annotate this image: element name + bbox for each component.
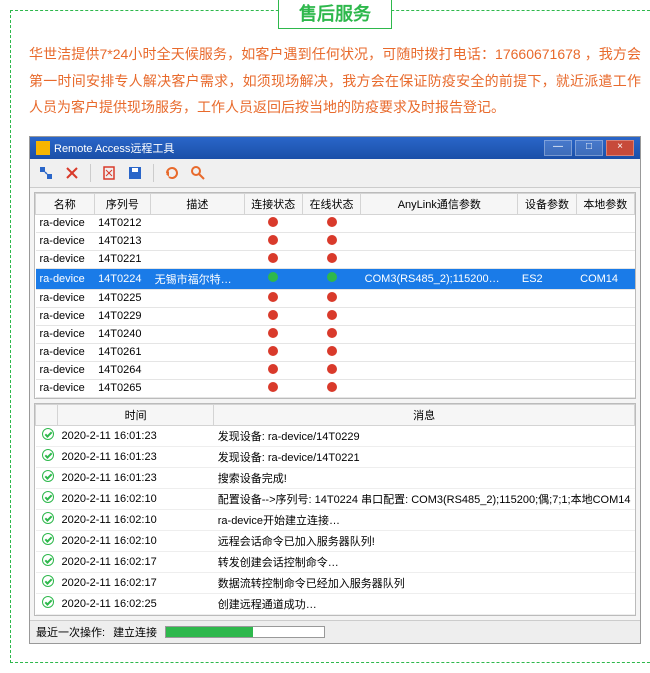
success-icon [42, 491, 54, 503]
column-header[interactable]: 本地参数 [576, 193, 634, 214]
status-dot-icon [268, 382, 278, 392]
disconnect-icon[interactable] [64, 165, 80, 181]
minimize-button[interactable]: — [544, 140, 572, 156]
search-icon[interactable] [190, 165, 206, 181]
status-dot-icon [327, 382, 337, 392]
status-dot-icon [327, 346, 337, 356]
progress-bar [165, 626, 325, 638]
column-header[interactable]: AnyLink通信参数 [361, 193, 518, 214]
table-row[interactable]: ra-device14T0265 [36, 379, 635, 397]
progress-fill [166, 627, 253, 637]
connect-icon[interactable] [38, 165, 54, 181]
table-row[interactable]: ra-device14T0240 [36, 325, 635, 343]
log-row[interactable]: 2020-2-11 16:02:17数据流转控制命令已经加入服务器队列 [36, 572, 635, 593]
success-icon [42, 470, 54, 482]
refresh-icon[interactable] [164, 165, 180, 181]
intro-paragraph: 华世洁提供7*24小时全天候服务，如客户遇到任何状况，可随时拨打电话：17660… [29, 41, 641, 121]
window-title: Remote Access远程工具 [54, 140, 174, 156]
column-header[interactable]: 消息 [214, 404, 635, 425]
toolbar [30, 159, 640, 188]
success-icon [42, 428, 54, 440]
success-icon [42, 554, 54, 566]
table-row[interactable]: ra-device14T0221 [36, 250, 635, 268]
status-dot-icon [268, 217, 278, 227]
status-dot-icon [268, 346, 278, 356]
table-row[interactable]: ra-device14T0213 [36, 232, 635, 250]
column-header[interactable]: 在线状态 [302, 193, 360, 214]
log-row[interactable]: 2020-2-11 16:01:23搜索设备完成! [36, 467, 635, 488]
status-dot-icon [268, 328, 278, 338]
status-dot-icon [327, 292, 337, 302]
log-row[interactable]: 2020-2-11 16:01:23发现设备: ra-device/14T022… [36, 425, 635, 446]
status-dot-icon [268, 253, 278, 263]
status-dot-icon [327, 364, 337, 374]
log-row[interactable]: 2020-2-11 16:02:10ra-device开始建立连接… [36, 509, 635, 530]
device-grid: 名称序列号描述连接状态在线状态AnyLink通信参数设备参数本地参数 ra-de… [34, 192, 636, 399]
status-dot-icon [327, 328, 337, 338]
status-dot-icon [268, 292, 278, 302]
titlebar[interactable]: Remote Access远程工具 — □ × [30, 137, 640, 159]
maximize-button[interactable]: □ [575, 140, 603, 156]
table-row[interactable]: ra-device14T0225 [36, 289, 635, 307]
status-dot-icon [268, 310, 278, 320]
status-dot-icon [327, 272, 337, 282]
status-dot-icon [268, 235, 278, 245]
close-button[interactable]: × [606, 140, 634, 156]
status-dot-icon [268, 364, 278, 374]
status-dot-icon [268, 272, 278, 282]
status-action: 建立连接 [113, 624, 157, 640]
success-icon [42, 596, 54, 608]
table-row[interactable]: ra-device14T0261 [36, 343, 635, 361]
column-header[interactable]: 序列号 [94, 193, 151, 214]
toolbar-separator [153, 164, 154, 182]
section-container: 售后服务 华世洁提供7*24小时全天候服务，如客户遇到任何状况，可随时拨打电话：… [10, 10, 650, 663]
table-row[interactable]: ra-device14T0264 [36, 361, 635, 379]
table-row[interactable]: ra-device14T0212 [36, 214, 635, 232]
column-header[interactable]: 连接状态 [244, 193, 302, 214]
success-icon [42, 449, 54, 461]
column-header[interactable]: 名称 [36, 193, 95, 214]
success-icon [42, 575, 54, 587]
log-row[interactable]: 2020-2-11 16:01:23发现设备: ra-device/14T022… [36, 446, 635, 467]
column-header[interactable]: 时间 [58, 404, 214, 425]
save-icon[interactable] [127, 165, 143, 181]
toolbar-separator [90, 164, 91, 182]
success-icon [42, 533, 54, 545]
log-row[interactable]: 2020-2-11 16:02:25创建远程通道成功… [36, 593, 635, 614]
app-icon [36, 141, 50, 155]
status-dot-icon [327, 235, 337, 245]
success-icon [42, 512, 54, 524]
status-label: 最近一次操作: [36, 624, 105, 640]
section-title: 售后服务 [278, 0, 392, 29]
status-dot-icon [327, 217, 337, 227]
log-panel: 时间消息 2020-2-11 16:01:23发现设备: ra-device/1… [34, 403, 636, 616]
log-row[interactable]: 2020-2-11 16:02:10远程会话命令已加入服务器队列! [36, 530, 635, 551]
log-row[interactable]: 2020-2-11 16:02:10配置设备-->序列号: 14T0224 串口… [36, 488, 635, 509]
table-row[interactable]: ra-device14T0229 [36, 307, 635, 325]
delete-icon[interactable] [101, 165, 117, 181]
table-row[interactable]: ra-device14T0224无锡市福尔特…COM3(RS485_2);115… [36, 268, 635, 289]
status-dot-icon [327, 310, 337, 320]
status-bar: 最近一次操作: 建立连接 [30, 620, 640, 643]
status-dot-icon [327, 253, 337, 263]
app-screenshot: Remote Access远程工具 — □ × 名称序列号描述连接状态在线状态A… [29, 136, 641, 644]
column-header[interactable]: 设备参数 [518, 193, 576, 214]
log-row[interactable]: 2020-2-11 16:02:17转发创建会话控制命令… [36, 551, 635, 572]
column-header[interactable]: 描述 [151, 193, 244, 214]
